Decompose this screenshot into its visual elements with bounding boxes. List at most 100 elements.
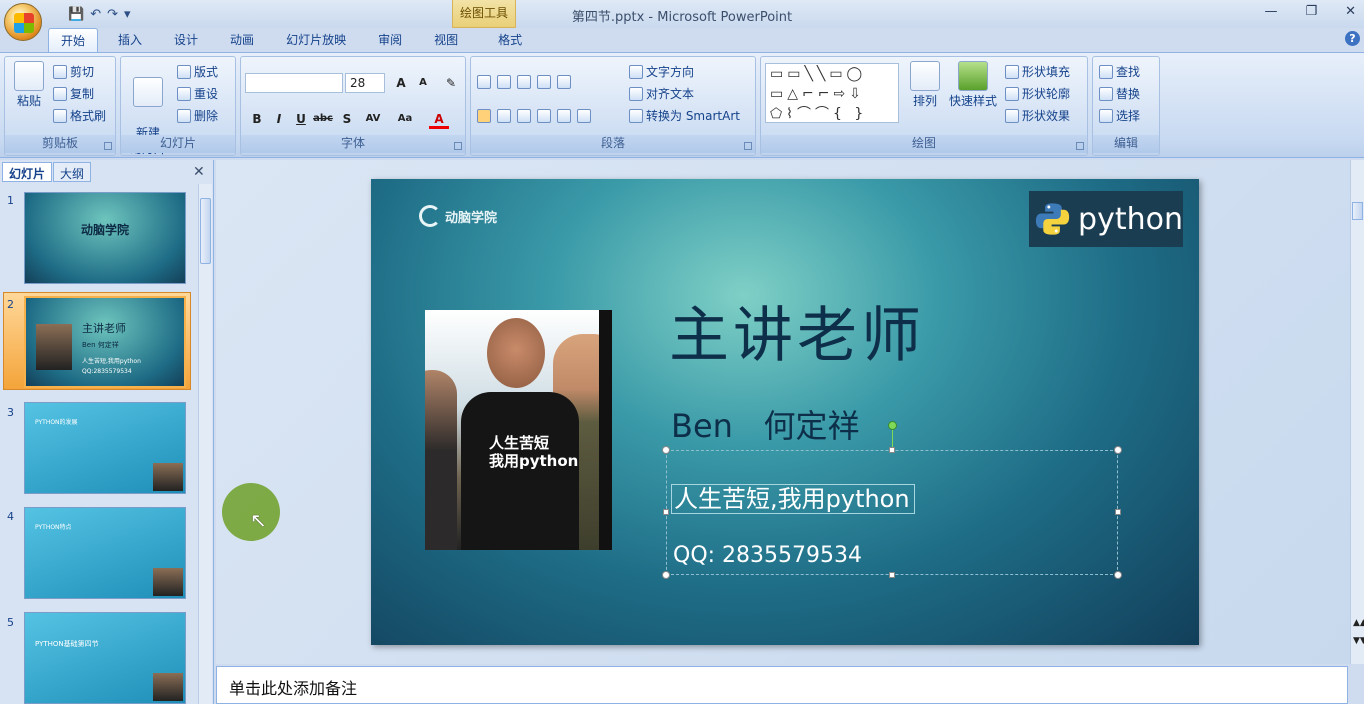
- layout-button[interactable]: 版式: [177, 63, 218, 80]
- resize-handle[interactable]: [662, 446, 670, 454]
- tab-slideshow[interactable]: 幻灯片放映: [274, 28, 358, 52]
- teacher-name[interactable]: Ben 何定祥: [671, 401, 859, 447]
- thumb-photo: [153, 673, 183, 701]
- thumb-slide-5[interactable]: PYTHON基础第四节: [24, 612, 186, 704]
- columns-icon[interactable]: [577, 109, 591, 123]
- strikethrough-icon[interactable]: abc: [313, 109, 333, 129]
- slogan-text[interactable]: 人生苦短,我用python: [671, 484, 915, 514]
- find-button[interactable]: 查找: [1099, 63, 1140, 80]
- tab-slides[interactable]: 幻灯片: [2, 162, 53, 182]
- slide-title[interactable]: 主讲老师: [669, 287, 925, 374]
- font-size-combo[interactable]: 28: [345, 73, 385, 93]
- thumb-slide-2[interactable]: 主讲老师 Ben 何定祥 人生苦短,我用python QQ:2835579534: [24, 296, 186, 388]
- increase-indent-icon[interactable]: [537, 75, 551, 89]
- redo-icon[interactable]: ↷: [107, 7, 118, 22]
- restore-icon[interactable]: ❐: [1305, 4, 1317, 19]
- paste-button[interactable]: 粘贴: [11, 61, 47, 109]
- font-color-icon[interactable]: A: [429, 109, 449, 129]
- office-button[interactable]: [4, 3, 42, 41]
- python-logo[interactable]: python: [1029, 191, 1183, 247]
- resize-handle[interactable]: [663, 509, 669, 515]
- rotation-handle[interactable]: [888, 421, 897, 430]
- undo-icon[interactable]: ↶: [90, 7, 101, 22]
- replace-button[interactable]: 替换: [1099, 85, 1140, 102]
- tab-design[interactable]: 设计: [162, 28, 210, 52]
- shadow-icon[interactable]: S: [337, 109, 357, 129]
- align-right-icon[interactable]: [517, 109, 531, 123]
- paragraph-group-label: 段落: [471, 135, 755, 153]
- prev-slide-icon[interactable]: ▲▲: [1353, 618, 1364, 628]
- shape-fill-button[interactable]: 形状填充: [1005, 63, 1070, 80]
- quick-styles-button[interactable]: 快速样式: [947, 61, 999, 109]
- change-case-icon[interactable]: Aa: [395, 109, 415, 129]
- tab-outline[interactable]: 大纲: [53, 162, 92, 182]
- bold-icon[interactable]: B: [247, 109, 267, 129]
- tab-insert[interactable]: 插入: [106, 28, 154, 52]
- clipboard-dialog-launcher[interactable]: [104, 142, 112, 150]
- editor-scroll-thumb[interactable]: [1352, 202, 1363, 220]
- thumb-slide-4[interactable]: PYTHON特点: [24, 507, 186, 599]
- panel-scrollbar[interactable]: [198, 184, 212, 704]
- italic-icon[interactable]: I: [269, 109, 289, 129]
- paragraph-dialog-launcher[interactable]: [744, 142, 752, 150]
- arrange-button[interactable]: 排列: [907, 61, 943, 109]
- align-center-icon[interactable]: [497, 109, 511, 123]
- font-dialog-launcher[interactable]: [454, 142, 462, 150]
- distribute-icon[interactable]: [557, 109, 571, 123]
- reset-button[interactable]: 重设: [177, 85, 218, 102]
- thumb-line: QQ:2835579534: [82, 368, 132, 375]
- resize-handle[interactable]: [889, 572, 895, 578]
- save-icon[interactable]: 💾: [68, 7, 84, 22]
- font-name-combo[interactable]: [245, 73, 343, 93]
- cut-button[interactable]: 剪切: [53, 63, 94, 80]
- justify-icon[interactable]: [537, 109, 551, 123]
- tab-format[interactable]: 格式: [486, 28, 534, 52]
- resize-handle[interactable]: [1114, 446, 1122, 454]
- thumb-slide-1[interactable]: 动脑学院: [24, 192, 186, 284]
- align-left-icon[interactable]: [477, 109, 491, 123]
- editor-scrollbar[interactable]: ▲▲ ▼▼: [1350, 160, 1364, 664]
- qq-text[interactable]: QQ: 2835579534: [673, 543, 862, 568]
- smartart-button[interactable]: 转换为 SmartArt: [629, 107, 740, 124]
- help-icon[interactable]: ?: [1345, 31, 1360, 46]
- shape-outline-button[interactable]: 形状轮廓: [1005, 85, 1070, 102]
- decrease-indent-icon[interactable]: [517, 75, 531, 89]
- format-painter-button[interactable]: 格式刷: [53, 107, 106, 124]
- tab-home[interactable]: 开始: [48, 28, 99, 52]
- shape-effects-button[interactable]: 形状效果: [1005, 107, 1070, 124]
- char-spacing-icon[interactable]: AV: [363, 109, 383, 129]
- next-slide-icon[interactable]: ▼▼: [1353, 636, 1364, 646]
- line-spacing-icon[interactable]: [557, 75, 571, 89]
- panel-close-icon[interactable]: ✕: [193, 164, 205, 180]
- teacher-photo[interactable]: 人生苦短 我用python: [425, 310, 612, 550]
- select-label: 选择: [1116, 109, 1141, 123]
- clear-format-icon[interactable]: ✎: [441, 73, 461, 93]
- slide-canvas[interactable]: 动脑学院 python 人生苦短 我用python 主讲老师 Ben 何定祥 人…: [371, 179, 1199, 645]
- numbering-icon[interactable]: [497, 75, 511, 89]
- text-direction-button[interactable]: 文字方向: [629, 63, 694, 80]
- panel-scroll-thumb[interactable]: [200, 198, 211, 264]
- thumb-slide-3[interactable]: PYTHON的发展: [24, 402, 186, 494]
- delete-slide-button[interactable]: 删除: [177, 107, 218, 124]
- select-button[interactable]: 选择: [1099, 107, 1140, 124]
- thumb-photo: [153, 463, 183, 491]
- resize-handle[interactable]: [662, 571, 670, 579]
- resize-handle[interactable]: [1115, 509, 1121, 515]
- tab-review[interactable]: 审阅: [366, 28, 414, 52]
- underline-icon[interactable]: U: [291, 109, 311, 129]
- tab-view[interactable]: 视图: [422, 28, 470, 52]
- align-text-button[interactable]: 对齐文本: [629, 85, 694, 102]
- tab-animations[interactable]: 动画: [218, 28, 266, 52]
- notes-pane[interactable]: 单击此处添加备注: [216, 666, 1348, 704]
- bullets-icon[interactable]: [477, 75, 491, 89]
- resize-handle[interactable]: [889, 447, 895, 453]
- copy-button[interactable]: 复制: [53, 85, 94, 102]
- shapes-gallery[interactable]: ▭▭╲╲▭◯ ▭△⌐⌐⇨⇩ ⬠⌇⌒⌒{ }: [765, 63, 899, 123]
- drawing-dialog-launcher[interactable]: [1076, 142, 1084, 150]
- minimize-icon[interactable]: —: [1264, 4, 1277, 19]
- shrink-font-icon[interactable]: A: [413, 73, 433, 93]
- customize-qat-icon[interactable]: ▾: [124, 7, 131, 22]
- resize-handle[interactable]: [1114, 571, 1122, 579]
- grow-font-icon[interactable]: A: [391, 73, 411, 93]
- close-icon[interactable]: ✕: [1345, 4, 1356, 19]
